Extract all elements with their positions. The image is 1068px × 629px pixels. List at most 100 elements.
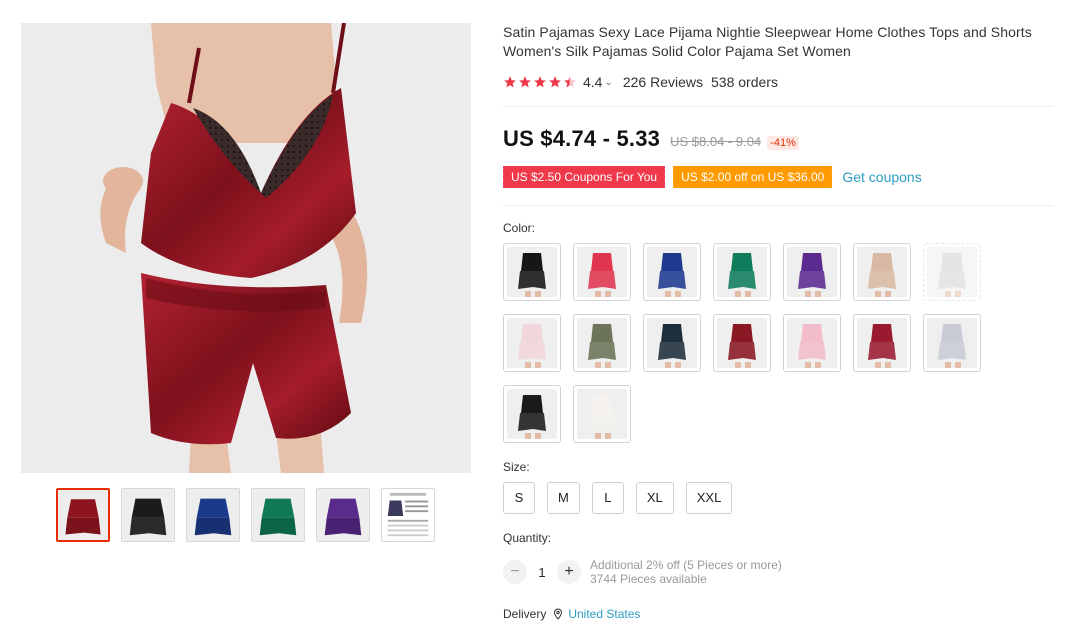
bulk-discount-note: Additional 2% off (5 Pieces or more) [590,558,782,572]
thumbnail-image [252,489,304,541]
location-pin-icon [554,608,563,620]
coupon-row: US $2.50 Coupons For You US $2.00 off on… [500,166,922,188]
color-swatch-11[interactable] [713,314,771,372]
size-option-m[interactable]: M [547,482,580,514]
swatch-photo [647,318,697,368]
main-product-image[interactable] [21,23,471,473]
swatch-image [647,318,697,368]
divider [503,205,1053,206]
size-option-l[interactable]: L [591,482,624,514]
color-swatch-6[interactable] [853,243,911,301]
thumbnail-1[interactable] [56,488,110,542]
color-swatch-5[interactable] [783,243,841,301]
get-coupons-link[interactable]: Get coupons [842,169,921,185]
swatch-photo [507,389,557,439]
delivery-label: Delivery [503,607,547,621]
color-swatch-4[interactable] [713,243,771,301]
swatch-photo [927,318,977,368]
swatch-photo [717,318,767,368]
thumbnail-2[interactable] [121,488,175,542]
star-icon [534,76,546,88]
quantity-stepper: − 1 + Additional 2% off (5 Pieces or mor… [503,558,782,586]
swatch-photo [577,318,627,368]
swatch-image [717,247,767,297]
swatch-image [507,318,557,368]
size-chart-image [382,489,434,541]
increase-quantity-button[interactable]: + [557,560,581,584]
swatch-photo [717,247,767,297]
color-swatch-15[interactable] [503,385,561,443]
size-options: S M L XL XXL [503,482,733,514]
store-coupon-button[interactable]: US $2.50 Coupons For You [500,166,666,188]
color-swatch-16[interactable] [573,385,631,443]
swatch-image [717,318,767,368]
pajama-photo [21,23,471,473]
size-option-xxl[interactable]: XXL [685,482,733,514]
swatch-image [787,247,837,297]
star-icon [519,76,531,88]
color-swatch-2[interactable] [573,243,631,301]
swatch-image [577,389,627,439]
stock-available: 3744 Pieces available [590,572,707,586]
thumbnail-image [122,489,174,541]
decrease-quantity-button[interactable]: − [503,560,527,584]
color-swatch-10[interactable] [643,314,701,372]
color-swatch-8[interactable] [503,314,561,372]
color-label: Color: [503,221,536,235]
delivery-row: Delivery United States [503,607,640,621]
swatch-photo [787,247,837,297]
thumbnail-5[interactable] [316,488,370,542]
rating-row: 4.4 ⌄ 226 Reviews 538 orders [503,72,778,92]
star-icon [549,76,561,88]
color-swatch-1[interactable] [503,243,561,301]
star-rating[interactable] [503,75,577,89]
color-swatch-3[interactable] [643,243,701,301]
select-coupon-button[interactable]: US $2.00 off on US $36.00 [671,166,833,188]
color-swatch-7[interactable] [923,243,981,301]
thumbnail-size-chart[interactable] [381,488,435,542]
discount-badge: -41% [767,136,799,150]
color-swatch-9[interactable] [573,314,631,372]
quantity-label: Quantity: [503,531,552,545]
swatch-photo [647,247,697,297]
divider [503,106,1053,107]
reviews-link[interactable]: 226 Reviews [623,74,703,90]
swatch-image [507,389,557,439]
size-option-s[interactable]: S [503,482,535,514]
swatch-photo [787,318,837,368]
quantity-input[interactable]: 1 [527,565,557,580]
thumbnail-image [317,489,369,541]
price-row: US $4.74 - 5.33 US $8.04 - 9.04 -41% [503,126,799,152]
swatch-image [927,247,977,297]
swatch-image [927,318,977,368]
half-star-icon [564,76,576,88]
rating-value: 4.4 [583,74,603,90]
thumbnail-image [187,489,239,541]
thumbnail-3[interactable] [186,488,240,542]
color-swatch-13[interactable] [853,314,911,372]
chevron-down-icon[interactable]: ⌄ [604,77,612,88]
thumbnail-image [58,490,108,540]
size-option-xl[interactable]: XL [635,482,674,514]
swatch-image [577,318,627,368]
orders-count: 538 orders [711,74,778,90]
swatch-photo [857,318,907,368]
color-swatch-14[interactable] [923,314,981,372]
swatch-image [787,318,837,368]
swatch-photo [507,247,557,297]
thumbnail-4[interactable] [251,488,305,542]
swatch-image [507,247,557,297]
swatch-photo [577,247,627,297]
quantity-note: Additional 2% off (5 Pieces or more) 374… [590,558,782,586]
swatch-image [857,247,907,297]
star-icon [504,76,516,88]
delivery-country-link[interactable]: United States [568,607,640,621]
swatch-image [647,247,697,297]
swatch-image [857,318,907,368]
current-price: US $4.74 - 5.33 [503,126,661,151]
swatch-photo [507,318,557,368]
product-title: Satin Pajamas Sexy Lace Pijama Nightie S… [503,24,1032,59]
color-swatch-12[interactable] [783,314,841,372]
original-price: US $8.04 - 9.04 [670,134,762,149]
swatch-photo [927,247,977,297]
